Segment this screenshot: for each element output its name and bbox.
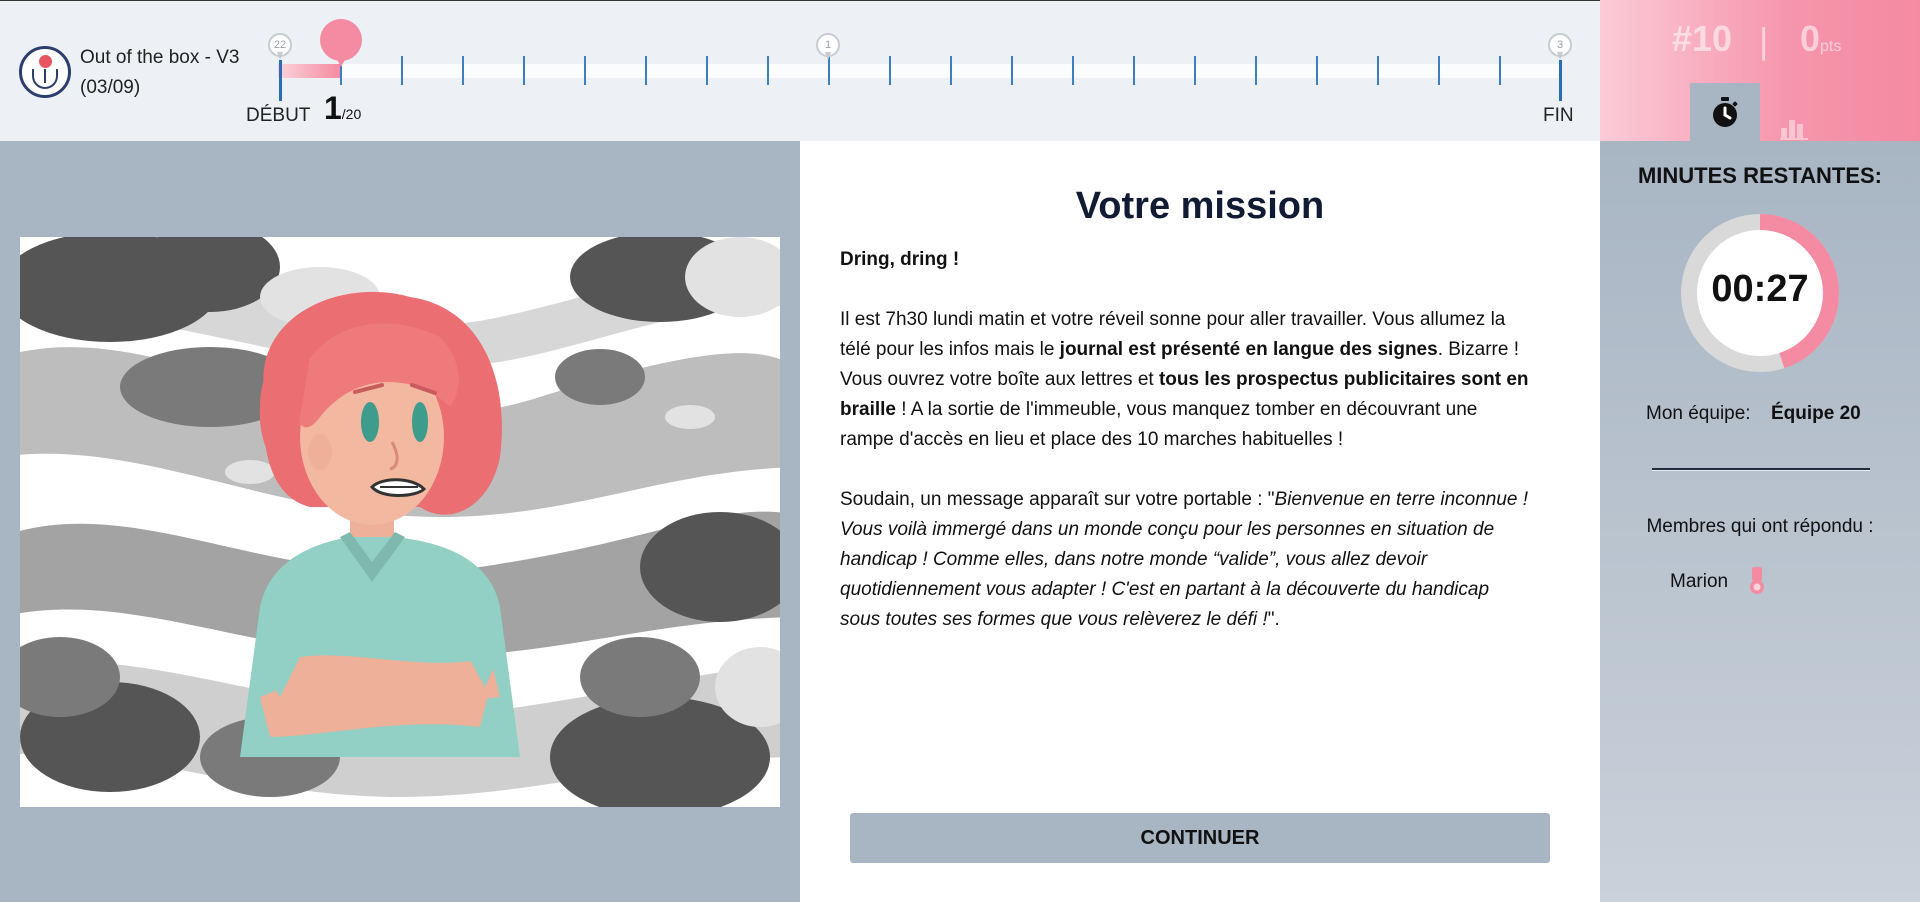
stopwatch-icon xyxy=(1713,97,1738,127)
divider xyxy=(1652,468,1870,471)
progress-end-tick xyxy=(1559,60,1562,101)
progress-tick xyxy=(584,56,586,85)
progress-tick xyxy=(1499,56,1501,85)
progress-tick xyxy=(401,56,403,85)
progress-tick xyxy=(706,56,708,85)
progress-tick xyxy=(950,56,952,85)
progress-end-label: FIN xyxy=(1543,105,1574,126)
progress-tick xyxy=(462,56,464,85)
progress-tick xyxy=(1438,56,1440,85)
progress-tick xyxy=(1133,56,1135,85)
milestone-pin[interactable]: 3 xyxy=(1548,33,1572,63)
mission-illustration xyxy=(20,237,780,807)
bar-chart-icon xyxy=(1780,120,1808,140)
members-answered-label: Membres qui ont répondu : xyxy=(1646,516,1874,537)
progress-start-label: DÉBUT xyxy=(246,105,311,126)
score-separator: | xyxy=(1759,20,1769,61)
progress-tick xyxy=(1194,56,1196,85)
current-position-marker-icon xyxy=(320,19,362,67)
milestone-pin[interactable]: 22 xyxy=(268,33,292,63)
milestone-pin[interactable]: 1 xyxy=(816,33,840,63)
progress-track xyxy=(278,64,1560,78)
team-label: Mon équipe: xyxy=(1646,403,1751,424)
progress-tick xyxy=(1255,56,1257,85)
tab-ranking[interactable] xyxy=(1775,100,1815,140)
mission-text: Dring, dring ! Il est 7h30 lundi matin e… xyxy=(840,245,1530,665)
progress-tick xyxy=(645,56,647,85)
progress-tick xyxy=(1072,56,1074,85)
progress-tick xyxy=(523,56,525,85)
progress-tick xyxy=(889,56,891,85)
minutes-remaining-title: MINUTES RESTANTES: xyxy=(1637,163,1883,188)
progress-start-tick xyxy=(279,60,282,101)
countdown-timer: 00:27 xyxy=(1711,268,1809,310)
progress-tick xyxy=(767,56,769,85)
mission-paragraph-2: Soudain, un message apparaît sur votre p… xyxy=(840,489,1529,630)
worried-woman-illustration xyxy=(20,237,780,807)
step-counter: 1/20 xyxy=(324,90,362,126)
team-rank: #10 xyxy=(1672,18,1733,59)
team-points: 0pts xyxy=(1800,18,1842,59)
progress-tick xyxy=(1377,56,1379,85)
mission-intro: Dring, dring ! xyxy=(840,249,960,270)
member-name: Marion xyxy=(1670,571,1729,592)
progress-tick xyxy=(1011,56,1013,85)
game-title: Out of the box - V3 (03/09) xyxy=(80,47,240,98)
mission-title: Votre mission xyxy=(1075,185,1325,227)
mission-paragraph-1: Il est 7h30 lundi matin et votre réveil … xyxy=(840,309,1529,450)
tab-timer[interactable] xyxy=(1690,83,1760,141)
medal-icon xyxy=(1750,567,1764,594)
game-logo-icon xyxy=(19,46,71,98)
continue-button[interactable]: CONTINUER xyxy=(850,813,1550,863)
progress-tick xyxy=(1316,56,1318,85)
team-name: Équipe 20 xyxy=(1771,403,1861,424)
